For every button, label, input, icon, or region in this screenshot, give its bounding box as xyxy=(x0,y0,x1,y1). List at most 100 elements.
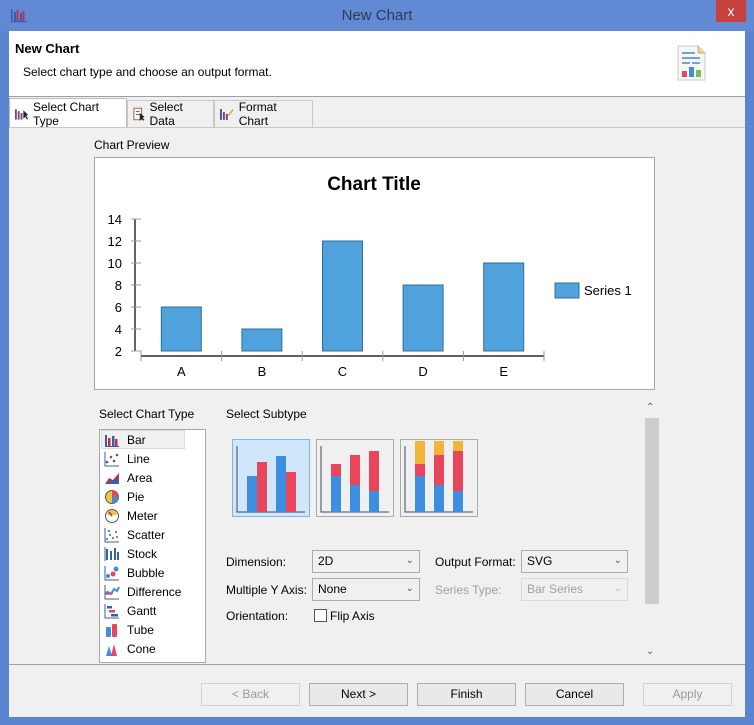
area-chart-icon xyxy=(105,472,119,484)
scatter-chart-icon xyxy=(104,527,119,542)
percent-stacked-bar-icon xyxy=(404,441,473,513)
tab-panel: Chart Preview Chart Title 2 4 6 8 10 12 14 A B C D… xyxy=(9,127,745,664)
series-type-label: Series Type: xyxy=(435,583,502,597)
dialog-body: New Chart Select chart type and choose a… xyxy=(9,31,745,717)
y-tick-label: 4 xyxy=(115,322,122,337)
wizard-description: Select chart type and choose an output f… xyxy=(23,65,272,79)
window-title: New Chart xyxy=(341,7,413,24)
chart-type-item-difference[interactable]: Difference xyxy=(100,582,205,601)
chart-type-label: Line xyxy=(127,451,150,466)
chart-type-item-pie[interactable]: Pie xyxy=(100,487,205,506)
y-tick-label: 2 xyxy=(115,344,122,359)
tab-select-data[interactable]: Select Data xyxy=(127,100,214,128)
chart-type-item-tube[interactable]: Tube xyxy=(100,620,205,639)
series-type-select: Bar Series ⌄ xyxy=(521,578,628,601)
chevron-down-icon: ⌄ xyxy=(613,583,622,594)
chart-type-label: Difference xyxy=(127,584,182,599)
y-tick-label: 12 xyxy=(108,234,122,249)
tab-select-chart-type[interactable]: Select Chart Type xyxy=(9,98,127,128)
vertical-scrollbar[interactable]: ⌃ ⌄ xyxy=(644,400,659,660)
tube-chart-icon xyxy=(106,623,117,637)
finish-button[interactable]: Finish xyxy=(417,683,516,706)
footer-divider xyxy=(9,664,745,665)
chart-type-item-bubble[interactable]: Bubble xyxy=(100,563,205,582)
pie-chart-icon xyxy=(105,489,119,504)
gantt-chart-icon xyxy=(104,603,119,618)
chart-type-item-stock[interactable]: Stock xyxy=(100,544,205,563)
next-button[interactable]: Next > xyxy=(309,683,408,706)
chart-type-label: Stock xyxy=(127,546,158,561)
chart-type-item-scatter[interactable]: Scatter xyxy=(100,525,205,544)
chart-type-item-line[interactable]: Line xyxy=(100,449,205,468)
subtype-label: Select Subtype xyxy=(226,407,307,421)
meter-chart-icon xyxy=(105,508,119,523)
scroll-up-icon[interactable]: ⌃ xyxy=(646,402,654,413)
legend-swatch xyxy=(554,282,580,299)
chevron-down-icon: ⌄ xyxy=(405,583,414,594)
chart-document-icon xyxy=(677,45,706,81)
chart-type-label: Cone xyxy=(127,641,156,656)
x-tick-label: E xyxy=(499,364,508,379)
chevron-down-icon: ⌄ xyxy=(613,555,622,566)
bar-c xyxy=(322,240,363,352)
chart-type-label: Bar xyxy=(127,432,146,447)
subtype-stacked[interactable] xyxy=(316,439,394,517)
bar-chart-icon xyxy=(105,434,119,447)
chart-type-item-gantt[interactable]: Gantt xyxy=(100,601,205,620)
tab-format-chart[interactable]: Format Chart xyxy=(214,100,313,128)
wizard-title: New Chart xyxy=(15,41,80,56)
subtype-side-by-side[interactable] xyxy=(232,439,310,517)
scroll-thumb[interactable] xyxy=(645,418,659,604)
bar-e xyxy=(483,262,525,352)
apply-button: Apply xyxy=(643,683,732,706)
output-format-select[interactable]: SVG ⌄ xyxy=(521,550,628,573)
scroll-down-icon[interactable]: ⌄ xyxy=(646,646,654,657)
chart-type-item-area[interactable]: Area xyxy=(100,468,205,487)
line-chart-icon xyxy=(104,451,119,466)
legend-label: Series 1 xyxy=(584,283,632,298)
format-chart-icon xyxy=(219,109,234,120)
y-tick-label: 14 xyxy=(108,212,122,227)
tab-label: Select Chart Type xyxy=(32,99,99,128)
flip-axis-checkbox[interactable] xyxy=(314,609,327,622)
chevron-down-icon: ⌄ xyxy=(405,555,414,566)
stock-chart-icon xyxy=(104,546,119,561)
stacked-bar-icon xyxy=(320,446,389,513)
y-tick-label: 10 xyxy=(108,256,122,271)
bar-d xyxy=(402,284,444,352)
x-tick-label: D xyxy=(418,364,427,379)
chart-type-label: Select Chart Type xyxy=(99,407,195,421)
bar-a xyxy=(160,306,202,352)
dimension-label: Dimension: xyxy=(226,555,287,569)
chart-type-label: Pie xyxy=(127,489,145,504)
chart-type-list[interactable]: Bar Line Area Pie Meter Scatter Stock Bubble Dif… xyxy=(99,429,206,663)
dimension-select[interactable]: 2D ⌄ xyxy=(312,550,420,573)
title-bar: New Chart x xyxy=(0,0,754,31)
chart-type-label: Meter xyxy=(127,508,158,523)
chart-type-label: Area xyxy=(127,470,153,485)
chart-type-item-bar[interactable]: Bar xyxy=(100,430,205,449)
x-tick-label: B xyxy=(258,364,267,379)
chart-type-label: Scatter xyxy=(127,527,166,542)
subtype-percent-stacked[interactable] xyxy=(400,439,478,517)
bubble-chart-icon xyxy=(104,565,119,580)
close-button[interactable]: x xyxy=(716,0,746,22)
y-tick-label: 8 xyxy=(115,278,122,293)
chart-type-item-cone[interactable]: Cone xyxy=(100,639,205,658)
chart-title: Chart Title xyxy=(327,174,421,195)
multiple-y-axis-select[interactable]: None ⌄ xyxy=(312,578,420,601)
chart-type-label: Bubble xyxy=(127,565,165,580)
chart-type-item-meter[interactable]: Meter xyxy=(100,506,205,525)
x-tick-label: A xyxy=(177,364,186,379)
cancel-button[interactable]: Cancel xyxy=(525,683,624,706)
orientation-label: Orientation: xyxy=(226,609,289,623)
dimension-value: 2D xyxy=(318,554,334,568)
chart-preview-label: Chart Preview xyxy=(94,138,170,152)
output-format-label: Output Format: xyxy=(435,555,516,569)
chart-type-icon xyxy=(14,108,29,120)
chart-type-label: Tube xyxy=(127,622,154,637)
flip-axis-label[interactable]: Flip Axis xyxy=(330,609,375,623)
x-tick-label: C xyxy=(338,364,347,379)
tab-bar: Select Chart Type Select Data Format Cha… xyxy=(9,97,745,128)
chart-type-label: Gantt xyxy=(127,603,157,618)
